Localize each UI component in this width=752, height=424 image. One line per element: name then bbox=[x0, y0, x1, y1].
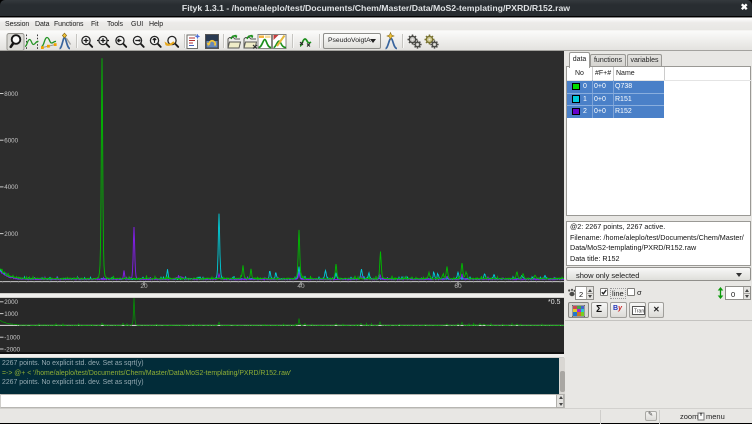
svg-text:Tran: Tran bbox=[634, 309, 644, 315]
svg-text:20: 20 bbox=[140, 283, 148, 290]
svg-text:40: 40 bbox=[297, 283, 305, 290]
svg-text:4000: 4000 bbox=[4, 184, 18, 191]
svg-text:2000: 2000 bbox=[4, 299, 18, 306]
svg-text:*0.5: *0.5 bbox=[548, 299, 561, 306]
svg-text:1000: 1000 bbox=[4, 311, 18, 318]
svg-text:60: 60 bbox=[454, 283, 462, 290]
svg-text:6000: 6000 bbox=[4, 138, 18, 145]
svg-text:8000: 8000 bbox=[4, 91, 18, 98]
svg-text:-1000: -1000 bbox=[4, 335, 20, 342]
svg-text:2000: 2000 bbox=[4, 231, 18, 238]
